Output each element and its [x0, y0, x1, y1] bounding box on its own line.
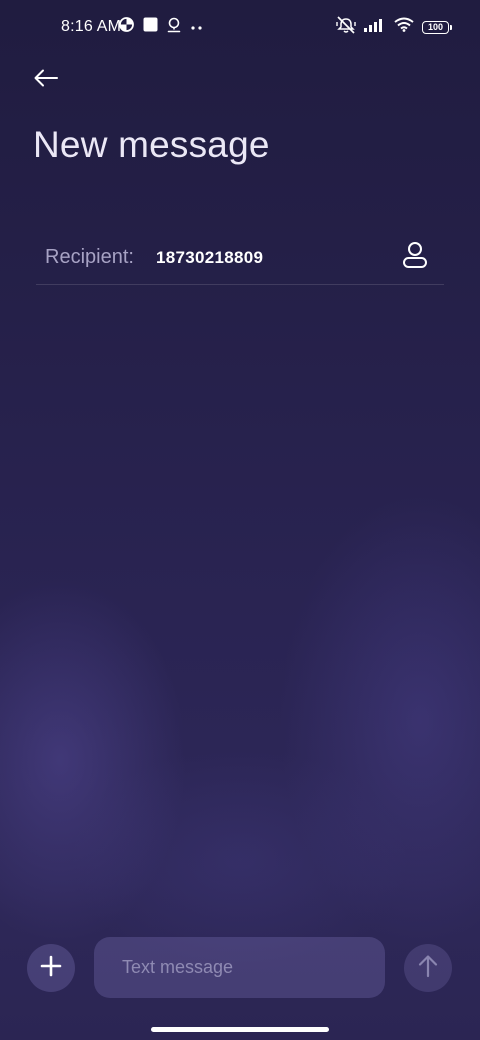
home-indicator[interactable] — [151, 1027, 329, 1032]
battery-level: 100 — [427, 21, 444, 32]
recipient-value[interactable]: 18730218809 — [156, 248, 263, 268]
status-bar: 8:16 AM 100 — [0, 0, 480, 56]
person-icon — [402, 241, 428, 274]
battery-icon: 100 — [422, 20, 452, 34]
plus-icon — [40, 955, 62, 982]
page-title: New message — [33, 124, 270, 165]
pick-contact-button[interactable] — [398, 240, 432, 274]
arrow-up-icon — [417, 954, 439, 983]
mute-vibrate-icon — [336, 15, 356, 39]
location-pin-icon — [167, 17, 181, 38]
recipient-label: Recipient: — [45, 246, 134, 268]
send-button[interactable] — [404, 944, 452, 992]
signal-icon — [364, 18, 386, 37]
status-time: 8:16 AM — [61, 18, 122, 35]
recipient-field[interactable]: Recipient: 18730218809 — [36, 234, 444, 285]
status-right-icons: 100 — [336, 15, 452, 39]
back-button[interactable] — [28, 62, 64, 98]
message-input[interactable] — [94, 937, 385, 998]
wifi-icon — [394, 17, 414, 37]
more-dots-icon — [190, 18, 204, 36]
arrow-left-icon — [33, 68, 59, 93]
square-notification-icon — [143, 17, 158, 37]
attach-button[interactable] — [27, 944, 75, 992]
status-left-icons — [119, 17, 204, 37]
data-saver-icon — [119, 17, 134, 37]
